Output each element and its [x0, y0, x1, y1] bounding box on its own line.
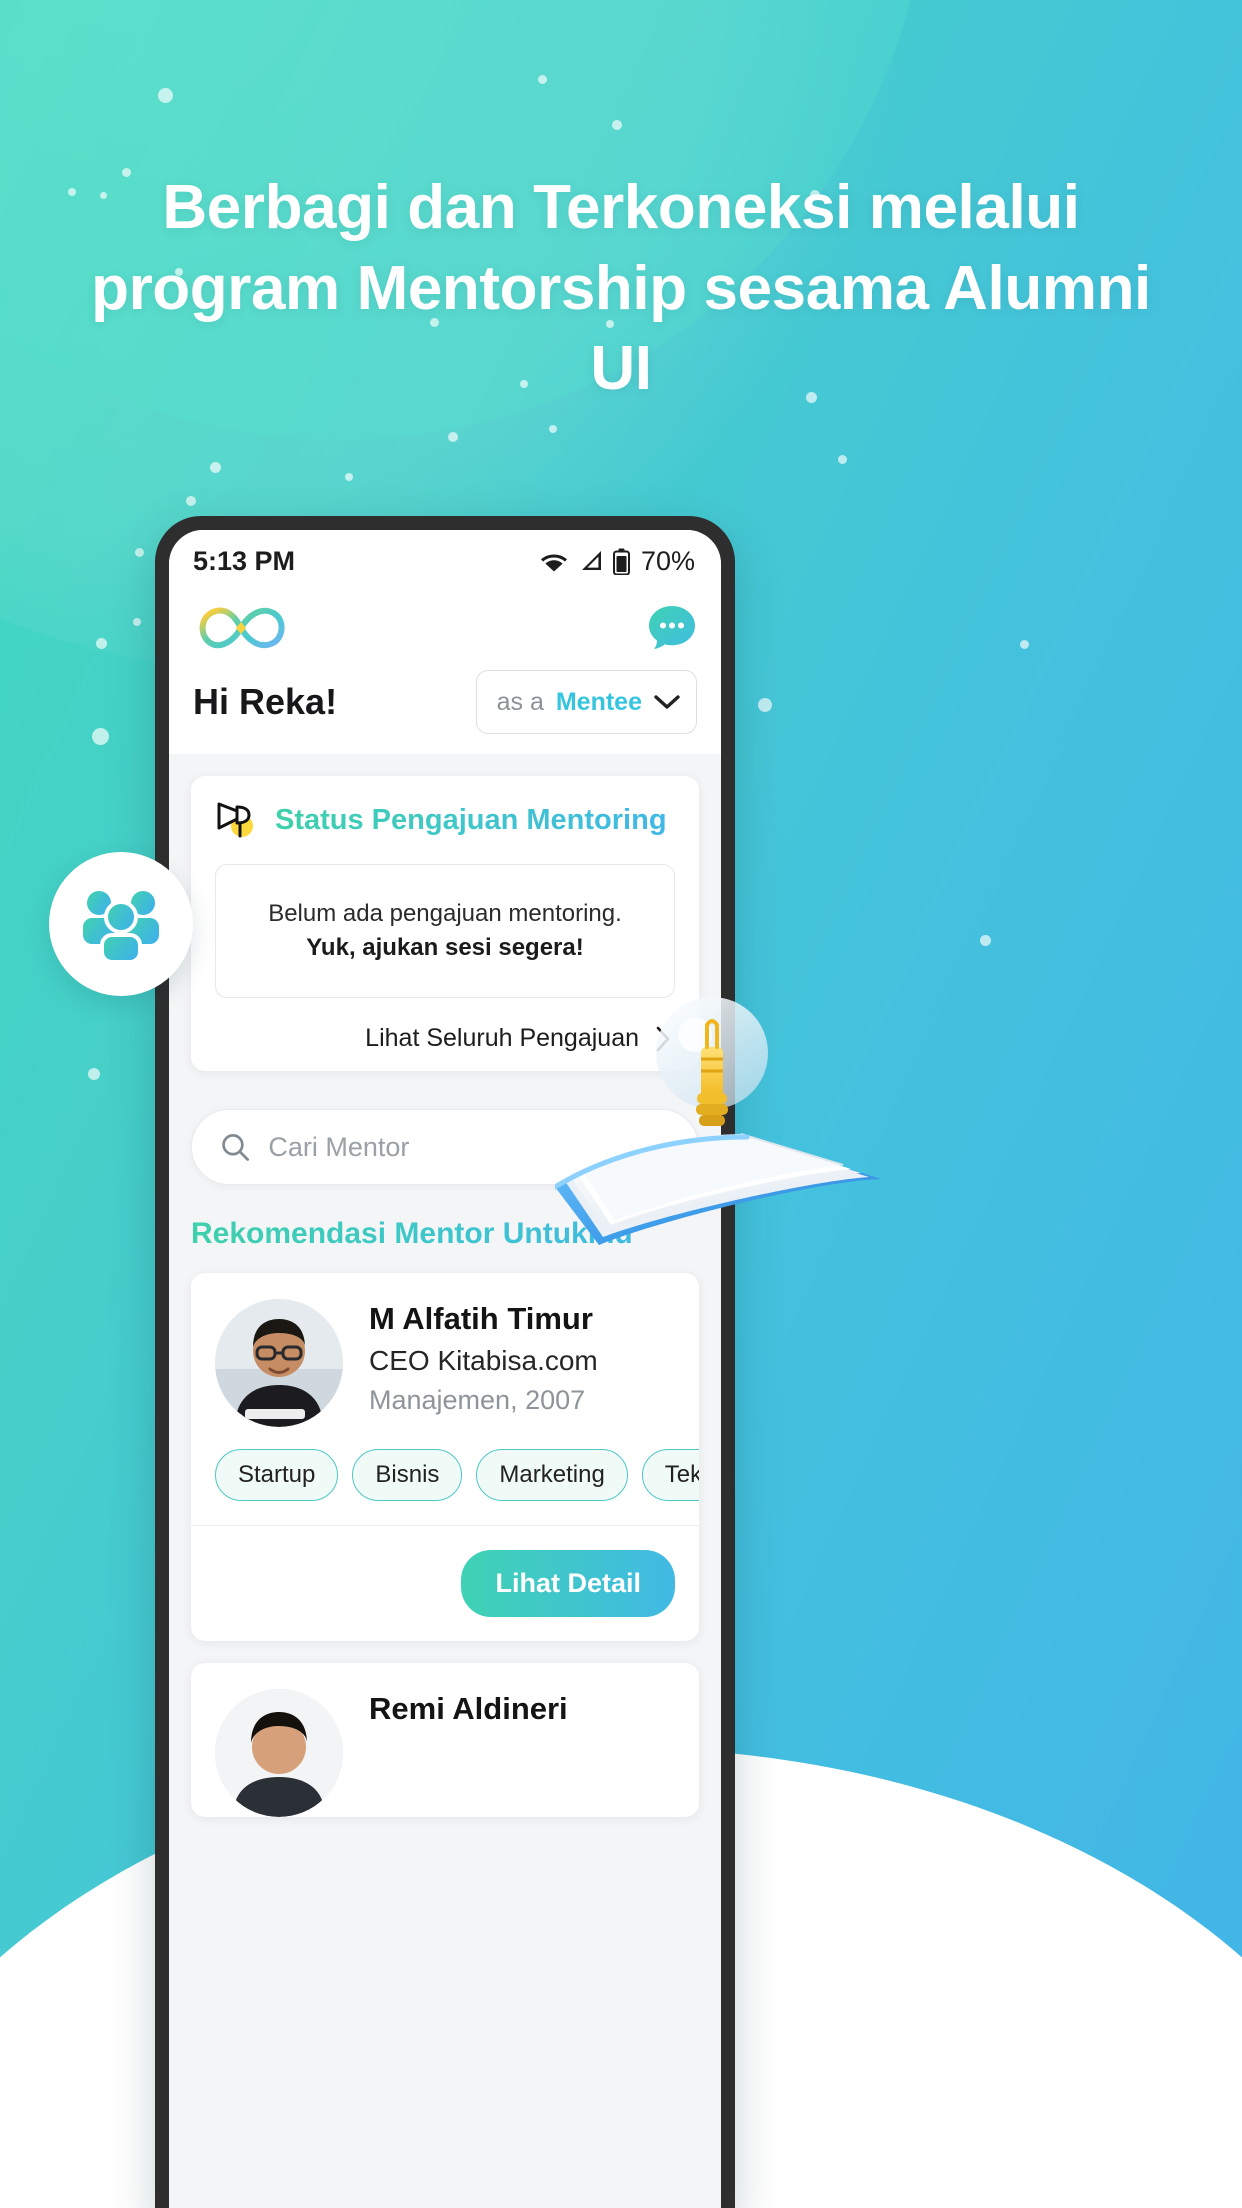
chat-bubble-icon[interactable] [647, 604, 697, 652]
status-bar: 5:13 PM 70% [169, 530, 721, 592]
people-group-icon [83, 891, 159, 963]
role-prefix-label: as a [496, 687, 544, 716]
sparkle-dot [186, 496, 196, 506]
sparkle-dot [133, 618, 141, 626]
search-input[interactable] [268, 1131, 670, 1163]
mentor-info: M Alfatih Timur CEO Kitabisa.com Manajem… [369, 1299, 598, 1427]
phone-screen: 5:13 PM 70% Hi Reka! as a Mentee Status … [169, 530, 721, 2208]
sparkle-dot [345, 473, 353, 481]
section-title-recommendation: Rekomendasi Mentor Untukmu [191, 1217, 699, 1251]
mentor-major: Manajemen, 2007 [369, 1385, 586, 1416]
status-bar-time: 5:13 PM [193, 545, 296, 576]
empty-state-line-2: Yuk, ajukan sesi segera! [306, 934, 584, 962]
mentor-tag[interactable]: Marketing [476, 1449, 628, 1502]
mentor-card[interactable]: M Alfatih Timur CEO Kitabisa.com Manajem… [191, 1273, 699, 1642]
sparkle-dot [448, 432, 458, 442]
sparkle-dot [838, 455, 847, 464]
sparkle-dot [210, 462, 221, 473]
status-card-header: Status Pengajuan Mentoring [215, 798, 675, 842]
brand-row [193, 598, 697, 658]
view-detail-button[interactable]: Lihat Detail [461, 1550, 675, 1618]
app-body: Status Pengajuan Mentoring Belum ada pen… [169, 776, 721, 1818]
sparkle-dot [92, 728, 109, 745]
role-value-label: Mentee [555, 687, 642, 716]
phone-mockup: 5:13 PM 70% Hi Reka! as a Mentee Status … [155, 516, 735, 2208]
sparkle-dot [549, 425, 557, 433]
mentor-name: M Alfatih Timur [369, 1301, 593, 1337]
chevron-down-icon [654, 695, 680, 709]
greeting-row: Hi Reka! as a Mentee [193, 670, 697, 734]
empty-state-line-1: Belum ada pengajuan mentoring. [268, 900, 622, 927]
mentor-info: Remi Aldineri [369, 1689, 568, 1817]
mentor-tag[interactable]: Bisnis [352, 1449, 463, 1502]
status-bar-indicators: 70% [539, 546, 695, 577]
mentor-tag[interactable]: Teknologi [641, 1449, 699, 1502]
mentor-tag[interactable]: Startup [215, 1449, 339, 1502]
search-icon [222, 1134, 250, 1161]
avatar [215, 1299, 343, 1428]
avatar-photo [215, 1689, 343, 1818]
infinity-logo[interactable] [193, 602, 289, 654]
avatar-photo [215, 1299, 343, 1428]
empty-state-box: Belum ada pengajuan mentoring. Yuk, ajuk… [215, 864, 675, 999]
search-section [169, 1071, 721, 1186]
sparkle-dot [135, 548, 144, 557]
sparkle-dot [1020, 640, 1029, 649]
sparkle-dot [158, 88, 173, 103]
mentor-name: Remi Aldineri [369, 1691, 568, 1727]
sparkle-dot [980, 935, 991, 946]
sparkle-dot [96, 638, 107, 649]
status-card-title: Status Pengajuan Mentoring [275, 803, 667, 836]
mentor-tag-row: Startup Bisnis Marketing Teknologi [191, 1427, 699, 1525]
avatar [215, 1689, 343, 1818]
promo-background: Berbagi dan Terkoneksi melalui program M… [0, 0, 1242, 2208]
app-header: Hi Reka! as a Mentee [169, 592, 721, 754]
greeting-text: Hi Reka! [193, 681, 338, 722]
mentor-role: CEO Kitabisa.com [369, 1344, 598, 1376]
mentor-card-actions: Lihat Detail [191, 1526, 699, 1641]
mentoring-status-card: Status Pengajuan Mentoring Belum ada pen… [191, 776, 699, 1072]
sparkle-dot [758, 698, 772, 712]
megaphone-icon [217, 802, 253, 838]
see-all-submissions-link[interactable]: Lihat Seluruh Pengajuan [215, 1024, 675, 1053]
search-box[interactable] [191, 1109, 699, 1186]
mentor-card[interactable]: Remi Aldineri [191, 1663, 699, 1818]
people-group-badge [49, 852, 193, 996]
chevron-right-icon [656, 1026, 670, 1051]
role-selector[interactable]: as a Mentee [475, 670, 697, 734]
wifi-icon [540, 554, 567, 572]
battery-percentage: 70% [640, 545, 695, 576]
mentor-card-top: Remi Aldineri [191, 1663, 699, 1818]
cellular-signal-icon [581, 551, 601, 570]
sparkle-dot [538, 75, 547, 84]
mentor-card-top: M Alfatih Timur CEO Kitabisa.com Manajem… [191, 1273, 699, 1428]
battery-icon [612, 548, 630, 575]
see-all-label: Lihat Seluruh Pengajuan [365, 1024, 639, 1053]
sparkle-dot [88, 1068, 100, 1080]
sparkle-dot [612, 120, 622, 130]
page-title: Berbagi dan Terkoneksi melalui program M… [91, 173, 1151, 404]
